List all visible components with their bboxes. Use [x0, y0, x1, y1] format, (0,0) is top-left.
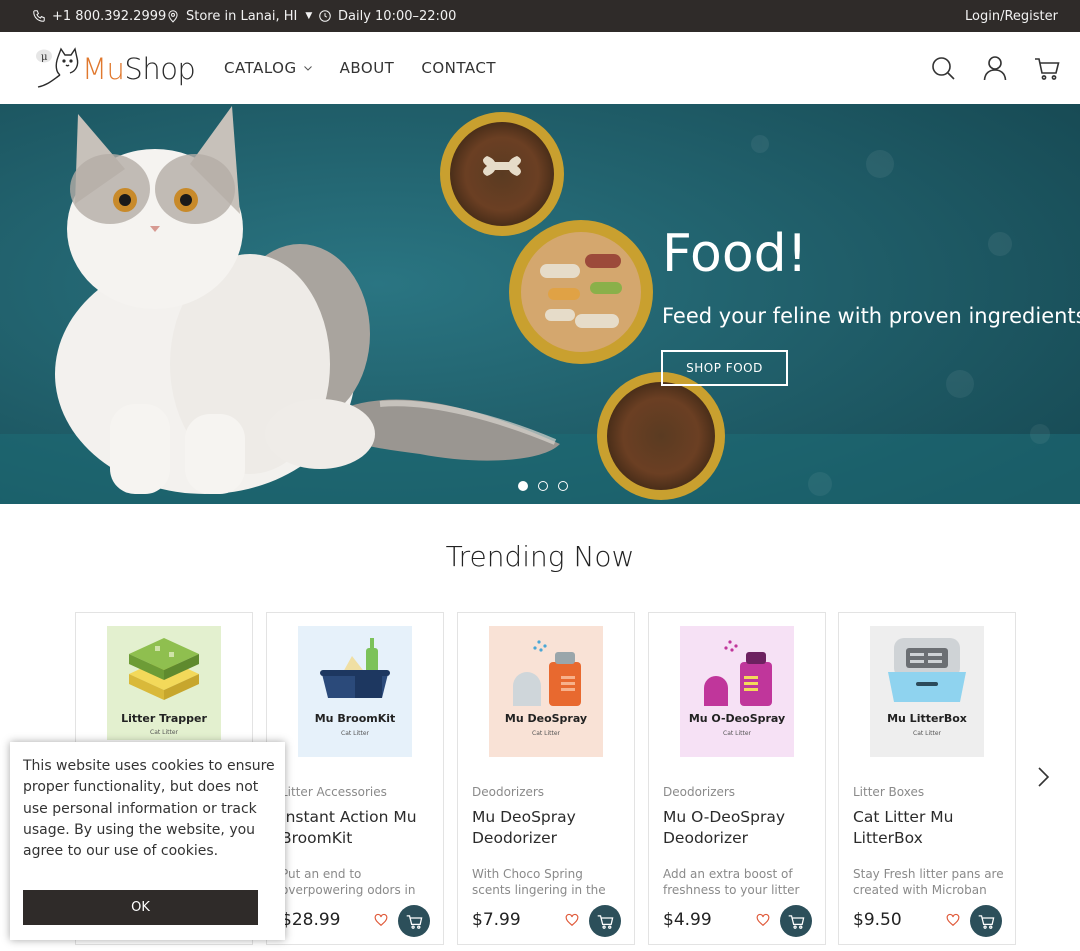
product-card[interactable]: Mu LitterBox Cat Litter Litter Boxes Cat…	[838, 612, 1016, 945]
product-name[interactable]: Cat Litter Mu LitterBox	[853, 807, 1008, 849]
hero-title: Food!	[662, 224, 808, 284]
thumbnail-subtitle: Cat Litter	[150, 729, 178, 736]
product-thumbnail[interactable]: Mu LitterBox Cat Litter	[870, 626, 984, 757]
product-card[interactable]: Mu BroomKit Cat Litter Litter Accessorie…	[266, 612, 444, 945]
product-thumbnail[interactable]: Mu O-DeoSpray Cat Litter	[680, 626, 794, 757]
product-category[interactable]: Deodorizers	[472, 785, 544, 799]
cookie-message: This website uses cookies to ensure prop…	[23, 758, 275, 860]
thumbnail-subtitle: Cat Litter	[913, 730, 941, 737]
thumbnail-subtitle: Cat Litter	[532, 730, 560, 737]
thumbnail-title: Litter Trapper	[121, 712, 207, 725]
add-to-cart-button[interactable]	[970, 905, 1002, 937]
cookie-banner: This website uses cookies to ensure prop…	[10, 742, 285, 940]
chevron-right-icon[interactable]	[1034, 765, 1052, 789]
product-name[interactable]: Instant Action Mu BroomKit	[281, 807, 436, 849]
nav-catalog[interactable]: CATALOG	[224, 59, 313, 77]
site-header: μ MuShop CATALOG ABOUT CONTACT	[0, 32, 1080, 104]
product-category[interactable]: Litter Boxes	[853, 785, 924, 799]
carousel-dot-2[interactable]	[538, 481, 548, 491]
heart-icon[interactable]	[756, 913, 770, 927]
clock-icon	[319, 10, 331, 22]
nav-about[interactable]: ABOUT	[340, 59, 395, 77]
phone-icon	[33, 10, 45, 22]
product-description: Put an end to overpowering odors in	[281, 867, 416, 897]
product-description: With Choco Spring scents lingering in th…	[472, 867, 606, 897]
location-pin-icon	[168, 10, 178, 23]
topbar-store-selector[interactable]: Store in Lanai, HI ▼	[166, 0, 312, 32]
header-actions	[930, 32, 1060, 104]
search-icon[interactable]	[930, 55, 956, 81]
shop-food-button[interactable]: SHOP FOOD	[661, 350, 788, 386]
product-thumbnail[interactable]: Mu BroomKit Cat Litter	[298, 626, 412, 757]
product-price: $28.99	[281, 910, 341, 930]
cart-icon	[597, 914, 613, 929]
deodorizer-spray-icon	[489, 626, 603, 757]
top-bar: +1 800.392.2999 Store in Lanai, HI ▼ Dai…	[0, 0, 1080, 32]
add-to-cart-button[interactable]	[589, 905, 621, 937]
heart-icon[interactable]	[946, 913, 960, 927]
chevron-down-icon	[303, 66, 312, 71]
user-icon[interactable]	[982, 55, 1008, 81]
phone-number: +1 800.392.2999	[52, 8, 167, 24]
litter-box-icon	[870, 626, 984, 757]
product-category[interactable]: Deodorizers	[663, 785, 735, 799]
carousel-dot-3[interactable]	[558, 481, 568, 491]
product-name[interactable]: Mu DeoSpray Deodorizer	[472, 807, 627, 849]
thumbnail-title: Mu BroomKit	[314, 712, 396, 725]
trending-title: Trending Now	[445, 540, 635, 573]
store-location: Store in Lanai, HI	[186, 8, 298, 24]
broom-kit-icon	[298, 626, 412, 757]
store-hours: Daily 10:00–22:00	[338, 8, 457, 24]
thumbnail-title: Mu LitterBox	[887, 712, 967, 725]
carousel-dots	[518, 481, 568, 491]
site-logo[interactable]: μ MuShop	[34, 44, 204, 94]
main-nav: CATALOG ABOUT CONTACT	[224, 32, 523, 104]
nav-catalog-label: CATALOG	[224, 59, 297, 77]
litter-mat-icon	[107, 626, 221, 757]
thumbnail-subtitle: Cat Litter	[723, 730, 751, 737]
product-card[interactable]: Mu O-DeoSpray Cat Litter Deodorizers Mu …	[648, 612, 826, 945]
login-register-link[interactable]: Login/Register	[965, 0, 1058, 32]
product-description: Stay Fresh litter pans are created with …	[853, 867, 1004, 897]
svg-text:μ: μ	[41, 52, 48, 63]
product-price: $7.99	[472, 910, 521, 930]
add-to-cart-button[interactable]	[398, 905, 430, 937]
product-price: $4.99	[663, 910, 712, 930]
product-thumbnail[interactable]: Litter Trapper Cat Litter	[107, 626, 221, 757]
hero-subtitle: Feed your feline with proven ingredients	[662, 304, 1080, 328]
hero-carousel: Food! Feed your feline with proven ingre…	[0, 104, 1080, 504]
thumbnail-subtitle: Cat Litter	[341, 730, 369, 737]
carousel-dot-1[interactable]	[518, 481, 528, 491]
product-thumbnail[interactable]: Mu DeoSpray Cat Litter	[489, 626, 603, 757]
heart-icon[interactable]	[565, 913, 579, 927]
thumbnail-title: Mu O-DeoSpray	[688, 712, 786, 725]
cart-icon	[788, 914, 804, 929]
deodorizer-spray-icon	[680, 626, 794, 757]
cart-icon	[406, 914, 422, 929]
product-name[interactable]: Mu O-DeoSpray Deodorizer	[663, 807, 818, 849]
heart-icon[interactable]	[374, 913, 388, 927]
topbar-hours: Daily 10:00–22:00	[318, 0, 456, 32]
product-price: $9.50	[853, 910, 902, 930]
thumbnail-title: Mu DeoSpray	[504, 712, 588, 725]
product-description: Add an extra boost of freshness to your …	[663, 867, 800, 897]
cart-icon[interactable]	[1034, 55, 1060, 81]
cart-icon	[978, 914, 994, 929]
caret-down-icon: ▼	[305, 11, 313, 21]
cookie-ok-button[interactable]: OK	[23, 890, 258, 925]
add-to-cart-button[interactable]	[780, 905, 812, 937]
logo-wordmark: MuShop	[82, 52, 196, 86]
cat-logo-icon: μ	[36, 47, 79, 88]
topbar-phone[interactable]: +1 800.392.2999	[32, 0, 166, 32]
product-card[interactable]: Mu DeoSpray Cat Litter Deodorizers Mu De…	[457, 612, 635, 945]
product-category[interactable]: Litter Accessories	[281, 785, 387, 799]
nav-contact[interactable]: CONTACT	[421, 59, 496, 77]
